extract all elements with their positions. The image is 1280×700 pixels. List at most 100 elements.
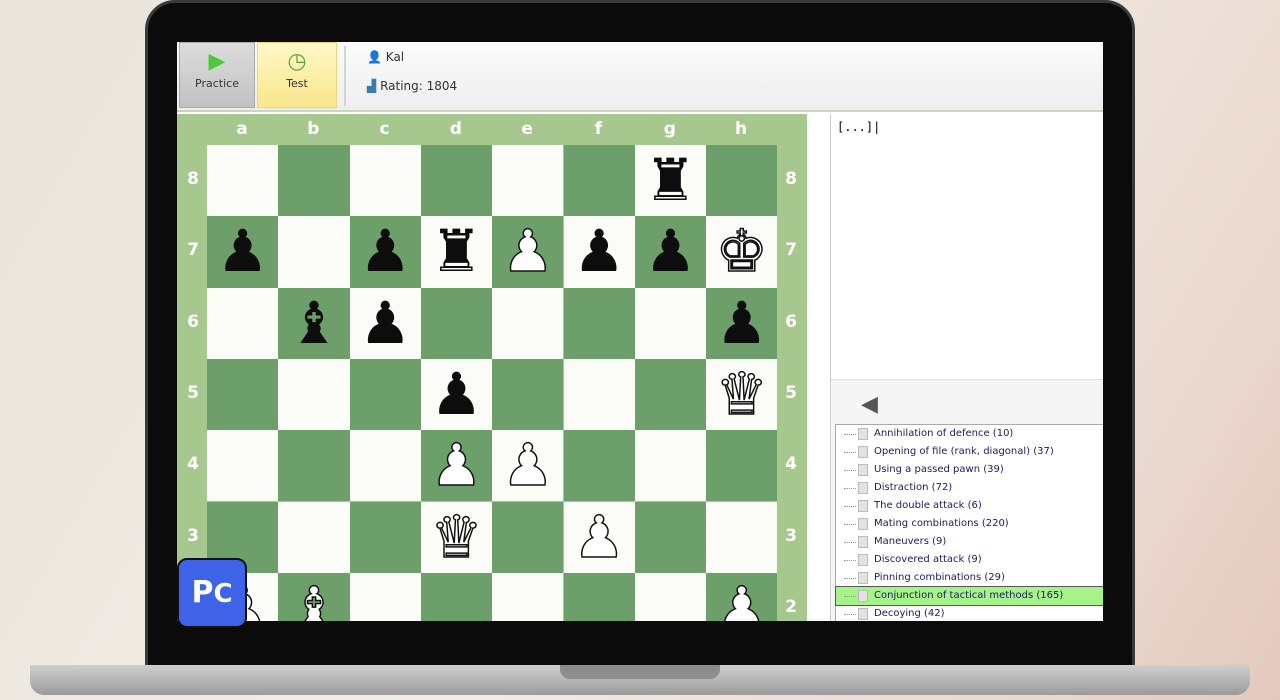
square-h3[interactable] xyxy=(706,501,778,573)
white-pawn[interactable]: ♟ xyxy=(501,430,555,501)
black-pawn[interactable]: ♟ xyxy=(644,216,696,287)
square-h5[interactable]: ♛ xyxy=(706,358,778,431)
square-e7[interactable]: ♟ xyxy=(492,216,564,288)
square-c2[interactable] xyxy=(349,572,421,621)
square-h8[interactable] xyxy=(706,145,778,217)
tree-item[interactable]: Mating combinations (220) xyxy=(836,515,1103,533)
square-h7[interactable]: ♚ xyxy=(706,216,778,288)
square-f8[interactable] xyxy=(563,145,635,217)
square-c3[interactable] xyxy=(349,501,421,573)
square-g8[interactable]: ♜ xyxy=(634,145,707,217)
square-b8[interactable] xyxy=(278,145,350,217)
square-h4[interactable] xyxy=(706,430,778,502)
category-tree[interactable]: Annihilation of defence (10) Opening of f… xyxy=(835,424,1103,621)
black-queen[interactable]: ♛ xyxy=(715,359,769,430)
tree-item[interactable]: Pinning combinations (29) xyxy=(836,569,1103,587)
black-king[interactable]: ♚ xyxy=(715,216,769,287)
black-rook[interactable]: ♜ xyxy=(644,145,696,216)
app-window: ▶ Practice ◷ Test 👤 Kal ▟ Rating: 1804 a… xyxy=(177,42,1103,621)
white-pawn[interactable]: ♟ xyxy=(715,573,769,621)
square-b7[interactable] xyxy=(278,216,350,288)
white-pawn[interactable]: ♟ xyxy=(501,216,555,287)
square-e8[interactable] xyxy=(492,145,564,217)
tree-item[interactable]: Annihilation of defence (10) xyxy=(836,425,1103,443)
white-queen[interactable]: ♛ xyxy=(430,502,484,573)
black-pawn[interactable]: ♟ xyxy=(359,288,411,359)
tree-item[interactable]: Distraction (72) xyxy=(836,479,1103,497)
chess-board[interactable]: abcdefgh88♜77♟♟♜♟♟♟♚66♝♟♟55♟♛44♟♟33♛♟22♟… xyxy=(177,114,807,621)
tree-item[interactable]: Discovered attack (9) xyxy=(836,551,1103,569)
square-g2[interactable] xyxy=(634,572,707,621)
square-f5[interactable] xyxy=(563,358,635,431)
black-pawn[interactable]: ♟ xyxy=(431,359,483,430)
square-d4[interactable]: ♟ xyxy=(420,430,493,502)
file-label: f xyxy=(594,119,603,139)
square-g5[interactable] xyxy=(634,358,707,431)
square-a5[interactable] xyxy=(207,358,279,431)
black-pawn[interactable]: ♟ xyxy=(359,216,411,287)
square-c8[interactable] xyxy=(349,145,421,217)
square-f2[interactable] xyxy=(563,572,635,621)
square-e2[interactable] xyxy=(492,572,564,621)
watermark-logo: PC xyxy=(177,558,247,628)
tree-item[interactable]: Opening of file (rank, diagonal) (37) xyxy=(836,443,1103,461)
tree-item[interactable]: Conjunction of tactical methods (165) xyxy=(835,586,1103,606)
square-c6[interactable]: ♟ xyxy=(349,287,421,359)
square-d6[interactable] xyxy=(420,287,493,359)
square-g4[interactable] xyxy=(634,430,707,502)
square-e3[interactable] xyxy=(492,501,564,573)
square-b6[interactable]: ♝ xyxy=(278,287,350,359)
square-e5[interactable] xyxy=(492,358,564,431)
square-d5[interactable]: ♟ xyxy=(420,358,493,431)
square-c5[interactable] xyxy=(349,358,421,431)
square-f3[interactable]: ♟ xyxy=(563,501,635,573)
document-icon xyxy=(858,590,868,602)
black-pawn[interactable]: ♟ xyxy=(573,216,625,287)
square-a8[interactable] xyxy=(207,145,279,217)
square-d3[interactable]: ♛ xyxy=(420,501,493,573)
square-g7[interactable]: ♟ xyxy=(634,216,707,288)
rank-label: 4 xyxy=(187,454,199,475)
square-g6[interactable] xyxy=(634,287,707,359)
square-d2[interactable] xyxy=(420,572,493,621)
square-e6[interactable] xyxy=(492,287,564,359)
tree-item[interactable]: Maneuvers (9) xyxy=(836,533,1103,551)
tree-item[interactable]: Using a passed pawn (39) xyxy=(836,461,1103,479)
tree-item[interactable]: Decoying (42) xyxy=(836,605,1103,621)
square-f4[interactable] xyxy=(563,430,635,502)
square-h2[interactable]: ♟ xyxy=(706,572,778,621)
square-d8[interactable] xyxy=(420,145,493,217)
square-b3[interactable] xyxy=(278,501,350,573)
black-bishop[interactable]: ♝ xyxy=(288,288,340,359)
square-c7[interactable]: ♟ xyxy=(349,216,421,288)
back-arrow-icon[interactable]: ◀ xyxy=(861,392,878,417)
practice-button[interactable]: ▶ Practice xyxy=(179,42,255,108)
square-f7[interactable]: ♟ xyxy=(563,216,635,288)
square-e4[interactable]: ♟ xyxy=(492,430,564,502)
rating-chart-icon: ▟ xyxy=(367,79,377,93)
white-pawn[interactable]: ♟ xyxy=(572,502,626,573)
square-a7[interactable]: ♟ xyxy=(207,216,279,288)
black-pawn[interactable]: ♟ xyxy=(716,288,768,359)
square-b5[interactable] xyxy=(278,358,350,431)
test-button[interactable]: ◷ Test xyxy=(257,42,337,108)
tree-item[interactable]: The double attack (6) xyxy=(836,497,1103,515)
square-d7[interactable]: ♜ xyxy=(420,216,493,288)
square-a6[interactable] xyxy=(207,287,279,359)
white-pawn[interactable]: ♟ xyxy=(430,430,484,501)
white-bishop[interactable]: ♝ xyxy=(287,573,341,621)
black-rook[interactable]: ♜ xyxy=(431,216,483,287)
document-icon xyxy=(858,554,868,566)
square-h6[interactable]: ♟ xyxy=(706,287,778,359)
square-f6[interactable] xyxy=(563,287,635,359)
square-g3[interactable] xyxy=(634,501,707,573)
square-b4[interactable] xyxy=(278,430,350,502)
square-b2[interactable]: ♝ xyxy=(278,572,350,621)
notes-area[interactable]: [...]| xyxy=(831,114,1103,380)
rating: Rating: 1804 xyxy=(380,79,458,93)
square-a4[interactable] xyxy=(207,430,279,502)
black-pawn[interactable]: ♟ xyxy=(217,216,269,287)
square-c4[interactable] xyxy=(349,430,421,502)
tree-item-label: Maneuvers (9) xyxy=(874,536,947,547)
user-icon: 👤 xyxy=(367,50,382,64)
